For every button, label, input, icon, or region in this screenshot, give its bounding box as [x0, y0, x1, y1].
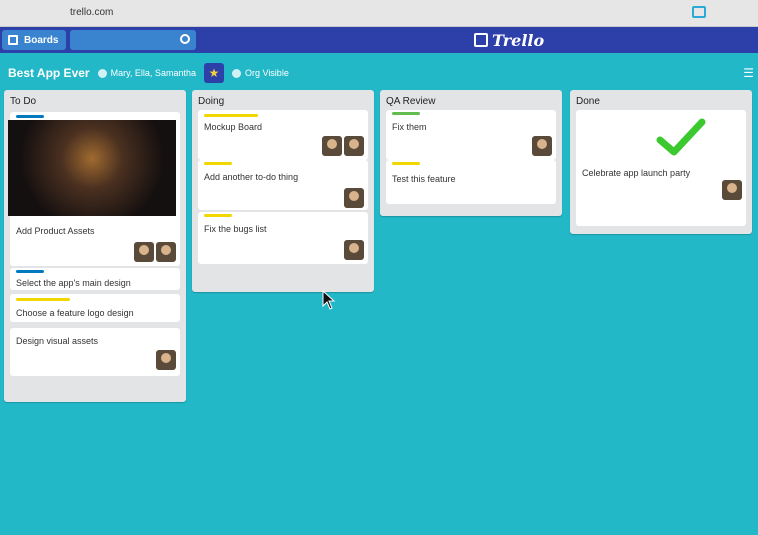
- list-title: Done: [576, 96, 600, 107]
- card-title: Choose a feature logo design: [16, 308, 134, 318]
- card-title: Mockup Board: [204, 122, 263, 132]
- member-avatar[interactable]: [156, 350, 176, 370]
- card-title: Select the app's main design: [16, 278, 131, 288]
- browser-url[interactable]: trello.com: [70, 7, 113, 18]
- member-avatar[interactable]: [156, 242, 176, 262]
- board-bar: Best App Ever Mary, Ella, Samantha ★ Org…: [0, 61, 758, 85]
- boards-label: Boards: [24, 34, 59, 46]
- search-input[interactable]: [70, 30, 196, 50]
- card-label: [204, 214, 232, 217]
- card-fix-bugs[interactable]: Fix the bugs list: [198, 212, 368, 264]
- search-icon: [180, 34, 190, 44]
- team-chip[interactable]: Mary, Ella, Samantha: [97, 68, 196, 78]
- card-label: [392, 112, 420, 115]
- card-title: Fix them: [392, 122, 427, 132]
- trello-logo-icon: [474, 33, 488, 47]
- menu-icon[interactable]: ☰: [743, 66, 754, 80]
- member-avatar[interactable]: [322, 136, 342, 156]
- mouse-cursor: [322, 290, 336, 310]
- card-cover-image: [8, 120, 176, 216]
- card-title: Add Product Assets: [16, 226, 95, 236]
- card-label: [204, 114, 258, 117]
- card-label: [16, 270, 44, 273]
- member-avatar[interactable]: [344, 136, 364, 156]
- board-title[interactable]: Best App Ever: [8, 66, 90, 80]
- card-mockup-board[interactable]: Mockup Board: [198, 110, 368, 160]
- card-title: Fix the bugs list: [204, 224, 267, 234]
- boards-icon: [8, 35, 18, 45]
- browser-bar: trello.com: [0, 0, 758, 27]
- card-feature-logo[interactable]: Choose a feature logo design: [10, 294, 180, 322]
- card-fix-them[interactable]: Fix them: [386, 110, 556, 160]
- card-title: Add another to-do thing: [204, 172, 299, 182]
- card-label: [392, 162, 420, 165]
- logo-text: Trello: [492, 30, 545, 50]
- card-label: [16, 298, 70, 301]
- card-title: Celebrate app launch party: [582, 168, 691, 178]
- member-avatar[interactable]: [532, 136, 552, 156]
- card-label: [204, 162, 232, 165]
- star-button[interactable]: ★: [203, 63, 224, 83]
- list-title: Doing: [198, 96, 225, 107]
- boards-button[interactable]: Boards: [2, 30, 66, 50]
- visibility-label: Org Visible: [244, 68, 289, 78]
- member-avatar[interactable]: [722, 180, 742, 200]
- card-title: Design visual assets: [16, 336, 99, 346]
- member-avatar[interactable]: [344, 188, 364, 208]
- star-icon: ★: [208, 66, 220, 80]
- visibility-icon: [231, 68, 241, 78]
- share-icon[interactable]: [692, 6, 706, 18]
- card-title: Test this feature: [392, 174, 456, 184]
- list-title: QA Review: [386, 96, 436, 107]
- team-icon: [97, 68, 107, 78]
- card-label: [16, 115, 44, 118]
- card-add-another[interactable]: Add another to-do thing: [198, 160, 368, 210]
- team-label: Mary, Ella, Samantha: [110, 68, 196, 78]
- visibility-chip[interactable]: Org Visible: [231, 68, 289, 78]
- member-avatar[interactable]: [344, 240, 364, 260]
- checkmark-icon: [656, 118, 706, 156]
- trello-logo[interactable]: Trello: [474, 30, 545, 50]
- member-avatar[interactable]: [134, 242, 154, 262]
- card-design-visual[interactable]: Design visual assets: [10, 328, 180, 376]
- list-title: To Do: [10, 96, 37, 107]
- card-select-design[interactable]: Select the app's main design: [10, 268, 180, 290]
- app-header: Boards Trello: [0, 27, 758, 53]
- card-test-feature[interactable]: Test this feature: [386, 160, 556, 204]
